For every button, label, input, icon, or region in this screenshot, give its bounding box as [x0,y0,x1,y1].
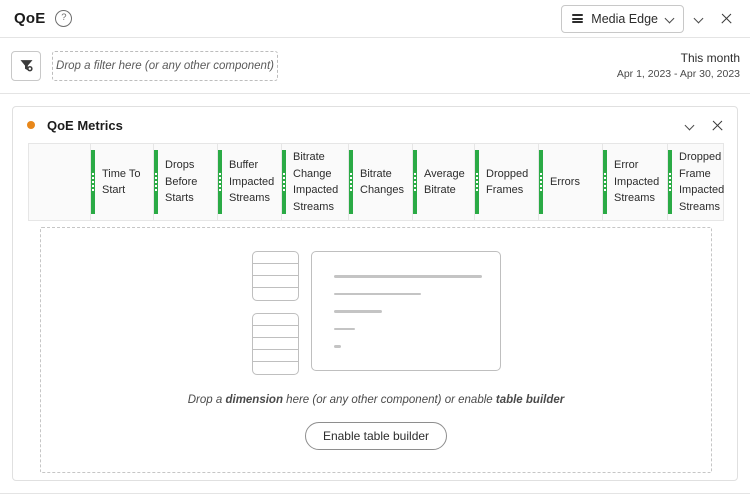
panel-collapse-button[interactable] [684,5,712,33]
page-title: QoE [14,10,46,27]
chevron-down-icon [664,13,675,24]
placeholder-bar-chart [310,251,501,371]
top-bar: QoE ? Media Edge [0,0,750,38]
help-circle-icon[interactable]: ? [55,10,73,27]
panel-header: QoE Metrics [13,107,737,143]
data-view-selector[interactable]: Media Edge [561,4,684,33]
freeform-table-placeholder-icon [251,251,501,375]
chevron-down-icon [684,120,694,130]
close-icon [711,119,724,132]
metrics-header-spacer [29,144,91,220]
drag-handle-icon[interactable] [154,173,158,191]
date-range-value: Apr 1, 2023 - Apr 30, 2023 [616,67,740,80]
enable-table-builder-button[interactable]: Enable table builder [304,422,448,450]
metric-label: Dropped Frame Impacted Streams [679,151,725,213]
metric-label: Error Impacted Streams [614,159,660,205]
metric-label: Average Bitrate [424,167,465,197]
metrics-header-cell[interactable]: Drops Before Starts [154,144,218,220]
metric-label: Time To Start [102,167,141,197]
drag-handle-icon[interactable] [668,173,672,191]
panel-status-dot [27,121,35,129]
date-range-selector[interactable]: This month Apr 1, 2023 - Apr 30, 2023 [617,50,740,80]
qoe-workspace-page: QoE ? Media Edge Drop a filter here (or … [0,0,750,503]
filter-dropzone[interactable]: Drop a filter here (or any other compone… [52,50,278,81]
dropzone-hint-tablebuilder: table builder [495,394,565,406]
metric-label: Bitrate Change Impacted Streams [293,151,339,213]
placeholder-row-group-bottom [251,313,299,375]
close-icon [720,12,733,25]
panel-close-button[interactable] [712,5,740,33]
filter-dropzone-label: Drop a filter here (or any other compone… [56,59,274,72]
metric-label: Buffer Impacted Streams [229,159,275,205]
top-bar-actions: Media Edge [561,4,740,33]
drag-handle-icon[interactable] [475,173,479,191]
panel-title: QoE Metrics [47,117,123,133]
drag-handle-icon[interactable] [413,173,417,191]
metrics-header-cell[interactable]: Dropped Frame Impacted Streams [668,144,730,220]
metrics-header-cell[interactable]: Errors [539,144,603,220]
metric-label: Drops Before Starts [165,159,198,205]
filter-funnel-icon [20,60,33,72]
metrics-header-row: Time To Start Drops Before Starts Buffer I… [28,143,724,221]
metric-label: Dropped Frames [486,167,529,197]
qoe-metrics-panel: QoE Metrics Time To Start Drops Before St… [12,106,738,481]
metrics-header-cell[interactable]: Time To Start [91,144,154,220]
metrics-header-cell[interactable]: Error Impacted Streams [603,144,668,220]
drag-handle-icon[interactable] [218,173,222,191]
panel-remove-button[interactable] [703,111,731,139]
metrics-header-cell[interactable]: Buffer Impacted Streams [218,144,282,220]
filter-bar: Drop a filter here (or any other compone… [0,38,750,94]
placeholder-row-groups [251,251,299,375]
metrics-header-cell[interactable]: Bitrate Changes [349,144,413,220]
date-range-label: This month [680,51,740,66]
metrics-header-cell[interactable]: Average Bitrate [413,144,475,220]
placeholder-row-group-top [251,251,299,301]
dropzone-hint-part1: Drop a [187,394,226,406]
dropzone-hint-dimension: dimension [225,394,283,406]
dropzone-hint: Drop a dimension here (or any other comp… [188,394,564,406]
page-bottom-divider [0,493,750,494]
drag-handle-icon[interactable] [349,173,353,191]
chevron-down-icon [693,13,703,24]
metrics-header-cell[interactable]: Bitrate Change Impacted Streams [282,144,349,220]
data-view-label: Media Edge [591,11,658,26]
metric-label: Bitrate Changes [360,167,405,197]
table-dropzone[interactable]: Drop a dimension here (or any other comp… [40,227,712,473]
dropzone-hint-part2: here (or any other component) or enable [282,394,496,406]
panel-collapse-button[interactable] [675,111,703,139]
metric-label: Errors [550,175,580,188]
drag-handle-icon[interactable] [603,173,607,191]
filter-button[interactable] [11,50,41,81]
data-stack-icon [572,13,584,24]
drag-handle-icon[interactable] [91,173,95,191]
drag-handle-icon[interactable] [282,173,286,191]
metrics-header-cell[interactable]: Dropped Frames [475,144,539,220]
drag-handle-icon[interactable] [539,173,543,191]
panel-header-actions [675,111,731,139]
